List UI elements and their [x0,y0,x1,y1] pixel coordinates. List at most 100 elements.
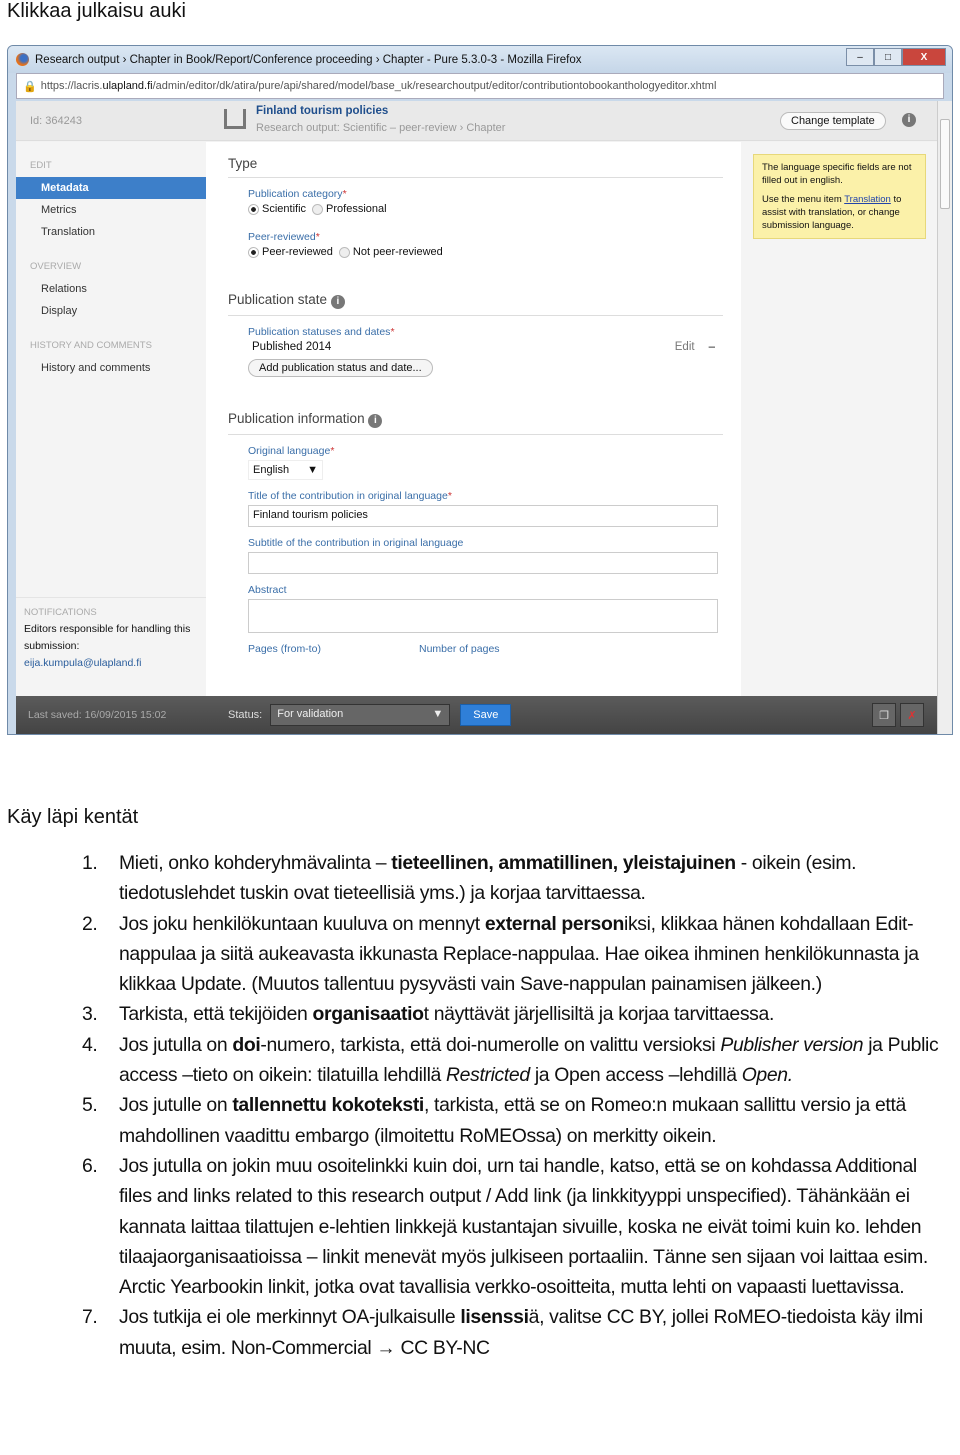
text-segment: Jos jutulla on jokin muu osoitelinkki ku… [119,1154,928,1299]
minimize-icon[interactable]: – [846,48,874,66]
text-segment: tallennettu kokoteksti [232,1094,424,1117]
sidebar: EDIT Metadata Metrics Translation OVERVI… [16,142,206,696]
title-bar: Research output › Chapter in Book/Report… [8,46,952,73]
status-select[interactable]: For validation ▼ [270,704,451,726]
add-status-button[interactable]: Add publication status and date... [248,359,433,377]
label-abstract: Abstract [248,584,287,596]
notifications-text: Editors responsible for handling this su… [24,623,191,652]
url-domain: ulapland.fi [102,80,153,92]
list-number: 7. [82,1306,98,1329]
list-item: 7. Jos tutkija ei ole merkinnyt OA-julkai… [82,1302,954,1363]
last-saved: Last saved: 16/09/2015 15:02 [28,709,167,721]
section-publication-state: Publication state [228,292,328,307]
translation-link[interactable]: Translation [844,194,891,205]
right-panel: The language specific fields are not fil… [741,142,938,696]
info-icon[interactable]: i [368,414,383,428]
list-number: 5. [82,1094,98,1117]
subtitle-input[interactable] [248,552,718,574]
label-subtitle: Subtitle of the contribution in original… [248,537,464,549]
list-number: 4. [82,1033,98,1056]
scrollbar[interactable] [937,101,952,734]
label-title: Title of the contribution in original la… [248,490,448,502]
copy-icon[interactable]: ❐ [872,703,896,727]
sidebar-item-metadata[interactable]: Metadata [16,177,206,199]
label-number-of-pages: Number of pages [419,643,500,655]
dropdown-arrow-icon: ▼ [307,464,318,476]
section-type: Type [228,156,723,178]
radio-not-peer-reviewed[interactable]: Not peer-reviewed [338,246,443,258]
list-item: 3. Tarkista, että tekijöiden organisaatio… [82,999,954,1029]
radio-scientific[interactable]: Scientific [248,203,306,215]
sidebar-item-translation[interactable]: Translation [16,221,206,243]
section-publication-information: Publication information [228,411,365,426]
record-id: Id: 364243 [30,115,82,127]
change-template-button[interactable]: Change template [780,112,886,130]
lock-icon: 🔒 [23,80,37,93]
title-input[interactable]: Finland tourism policies [248,505,718,527]
text-segment: Open. [741,1064,793,1087]
notifications-heading: NOTIFICATIONS [24,607,97,618]
info-icon[interactable]: i [902,113,916,127]
label-statuses: Publication statuses and dates [248,326,391,338]
text-segment: Jos joku henkilökuntaan kuuluva on menny… [119,912,485,935]
url-path: /admin/editor/dk/atira/pure/api/shared/m… [152,80,717,92]
remove-status-button[interactable]: – [709,341,715,353]
close-icon[interactable]: X [902,48,946,66]
sidebar-item-history[interactable]: History and comments [16,357,206,379]
list-item: 2. Jos joku henkilökuntaan kuuluva on men… [82,909,954,1000]
list-item: 5. Jos jutulle on tallennettu kokoteksti,… [82,1090,954,1151]
editor-header: Id: 364243 Finland tourism policies Rese… [16,101,938,141]
language-select[interactable]: English ▼ [248,460,323,480]
text-segment: Restricted [446,1064,530,1087]
publication-type: Research output: Scientific – peer-revie… [256,122,506,134]
list-number: 6. [82,1154,98,1177]
text-segment: Jos jutulla on [119,1033,233,1056]
text-segment: t näyttävät järjellisiltä ja korjaa tarv… [423,1003,775,1026]
abstract-input[interactable] [248,599,718,633]
heading-open-publication: Klikkaa julkaisu auki [7,0,186,22]
notifications: NOTIFICATIONS Editors responsible for ha… [16,597,206,672]
book-icon [224,109,246,129]
list-number: 2. [82,912,98,935]
required-marker: * [447,490,452,502]
text-segment: tieteellinen, ammatillinen, yleistajuine… [391,852,736,874]
bottom-bar: Last saved: 16/09/2015 15:02 Status: For… [16,696,938,734]
label-pages: Pages (from-to) [248,643,321,655]
metadata-form: Type Publication category* Scientific Pro… [206,142,741,696]
publication-title: Finland tourism policies [256,105,389,117]
label-original-language: Original language [248,445,331,457]
browser-window-screenshot: Research output › Chapter in Book/Report… [7,45,953,735]
window-title: Research output › Chapter in Book/Report… [35,53,582,66]
maximize-icon[interactable]: □ [874,48,902,66]
text-segment: doi [232,1033,261,1056]
list-number: 3. [82,1003,98,1026]
language-warning-note: The language specific fields are not fil… [753,154,926,239]
required-marker: * [390,326,395,338]
dropdown-arrow-icon: ▼ [432,708,444,720]
required-marker: * [342,188,347,200]
discard-icon[interactable]: ✗ [900,703,924,727]
sidebar-item-display[interactable]: Display [16,300,206,322]
text-segment: external person [484,912,625,935]
required-marker: * [330,445,335,457]
text-segment: -numero, tarkista, että doi-numerolle on… [260,1033,721,1056]
sidebar-item-relations[interactable]: Relations [16,278,206,300]
radio-peer-reviewed[interactable]: Peer-reviewed [248,246,333,258]
label-peer-reviewed: Peer-reviewed [248,231,316,243]
save-button[interactable]: Save [460,704,512,726]
editor-email-link[interactable]: eija.kumpula@ulapland.fi [24,655,206,672]
text-segment: Tarkista, että tekijöiden [119,1003,313,1026]
sidebar-section-edit: EDIT [30,160,52,171]
edit-status-link[interactable]: Edit [675,341,695,353]
url-prefix: https://lacris. [40,80,103,92]
list-number: 1. [82,852,98,874]
list-item: 4. Jos jutulla on doi-numero, tarkista, e… [82,1030,954,1091]
firefox-icon [16,53,29,66]
address-bar[interactable]: 🔒 https://lacris. ulapland.fi/admin/edito… [16,73,944,99]
text-segment: Publisher version [720,1033,864,1056]
info-icon[interactable]: i [330,295,345,309]
status-label: Status: [228,709,263,721]
text-segment: Jos jutulle on [119,1094,233,1117]
sidebar-item-metrics[interactable]: Metrics [16,199,206,221]
radio-professional[interactable]: Professional [312,203,387,215]
